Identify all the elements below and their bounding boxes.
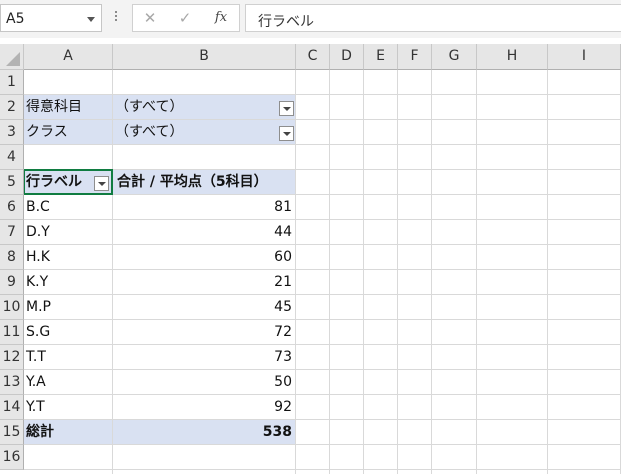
grid-line-horizontal [24, 469, 621, 470]
row-header-7[interactable]: 7 [0, 220, 24, 245]
row-header-11[interactable]: 11 [0, 320, 24, 345]
row-header-5[interactable]: 5 [0, 170, 24, 195]
grid-line-horizontal [24, 219, 621, 220]
pivot-row-value: 60 [274, 249, 292, 265]
grid-line-horizontal [24, 244, 621, 245]
column-header-d[interactable]: D [330, 44, 364, 70]
filter-dropdown-button[interactable] [279, 101, 294, 116]
pivot-row-value: 21 [274, 274, 292, 290]
grid-line-horizontal [24, 269, 621, 270]
row-header-6[interactable]: 6 [0, 195, 24, 220]
column-header-g[interactable]: G [432, 44, 477, 70]
column-header-a[interactable]: A [24, 44, 113, 70]
pivot-row-value: 81 [274, 199, 292, 215]
filter-label: クラス [26, 124, 68, 140]
row-header-14[interactable]: 14 [0, 395, 24, 420]
pivot-row-label: Y.A [26, 374, 46, 390]
grid-line-horizontal [24, 169, 621, 170]
grid-line-vertical [397, 70, 398, 474]
active-cell-outline [23, 169, 113, 195]
row-header-15[interactable]: 15 [0, 420, 24, 445]
pivot-row-label: B.C [26, 199, 50, 215]
column-header-f[interactable]: F [398, 44, 432, 70]
grid-line-vertical [476, 70, 477, 474]
grand-total-value: 538 [262, 424, 292, 440]
pivot-row-value: 92 [274, 399, 292, 415]
enter-icon[interactable]: ✓ [173, 7, 197, 29]
row-header-12[interactable]: 12 [0, 345, 24, 370]
filter-label: 得意科目 [26, 99, 82, 115]
name-box-value: A5 [6, 11, 25, 27]
pivot-row-label: D.Y [26, 224, 50, 240]
grid-line-vertical [431, 70, 432, 474]
grid-line-vertical [547, 70, 548, 474]
row-header-1[interactable]: 1 [0, 70, 24, 95]
pivot-row-value: 50 [274, 374, 292, 390]
row-header-9[interactable]: 9 [0, 270, 24, 295]
grand-total-label: 総計 [26, 424, 54, 440]
row-header-3[interactable]: 3 [0, 120, 24, 145]
formula-tools: ✕ ✓ fx [132, 4, 240, 32]
formula-bar: A5 ✕ ✓ fx 行ラベル [0, 0, 621, 38]
pivot-row-value: 73 [274, 349, 292, 365]
formula-value: 行ラベル [258, 14, 314, 30]
column-header-b[interactable]: B [113, 44, 296, 70]
pivot-row-value: 44 [274, 224, 292, 240]
row-header-13[interactable]: 13 [0, 370, 24, 395]
pivot-row-value: 45 [274, 299, 292, 315]
column-header-i[interactable]: I [548, 44, 621, 70]
chevron-down-icon[interactable] [87, 17, 95, 22]
pivot-row-label: Y.T [26, 399, 45, 415]
pivot-row-label: S.G [26, 324, 51, 340]
pivot-row-label: K.Y [26, 274, 49, 290]
grid-line-horizontal [24, 394, 621, 395]
value-field-header: 合計 / 平均点（5科目） [117, 174, 268, 190]
row-header-16[interactable]: 16 [0, 445, 24, 470]
insert-function-icon[interactable]: fx [209, 7, 233, 29]
column-header-c[interactable]: C [296, 44, 330, 70]
grid-line-horizontal [24, 144, 621, 145]
grid-line-horizontal [24, 94, 621, 95]
grid-line-horizontal [24, 319, 621, 320]
cancel-icon[interactable]: ✕ [138, 7, 162, 29]
select-all-button[interactable] [0, 44, 24, 70]
grid-line-horizontal [24, 444, 621, 445]
chevron-down-icon [283, 132, 291, 136]
grid-line-vertical [329, 70, 330, 474]
cell-area[interactable]: 得意科目 （すべて） クラス （すべて） 行ラベル 合計 / 平均点（5科目） B.C 81 D… [23, 70, 621, 474]
grid-line-horizontal [24, 119, 621, 120]
grid-line-horizontal [24, 419, 621, 420]
worksheet-grid: 得意科目 （すべて） クラス （すべて） 行ラベル 合計 / 平均点（5科目） B.C 81 D… [0, 44, 621, 474]
filter-dropdown-button[interactable] [279, 126, 294, 141]
filter-value: （すべて） [115, 99, 184, 115]
filter-value: （すべて） [115, 124, 184, 140]
pivot-row-label: H.K [26, 249, 50, 265]
row-header-2[interactable]: 2 [0, 95, 24, 120]
pivot-row-label: T.T [26, 349, 46, 365]
select-all-triangle-icon [6, 52, 20, 66]
column-header-e[interactable]: E [364, 44, 398, 70]
pivot-row-label: M.P [26, 299, 51, 315]
drag-handle-icon[interactable] [112, 9, 120, 25]
row-header-8[interactable]: 8 [0, 245, 24, 270]
grid-line-horizontal [24, 344, 621, 345]
grid-line-horizontal [24, 294, 621, 295]
grid-line-horizontal [24, 194, 621, 195]
column-header-h[interactable]: H [477, 44, 548, 70]
chevron-down-icon [283, 107, 291, 111]
grid-line-horizontal [24, 369, 621, 370]
row-header-10[interactable]: 10 [0, 295, 24, 320]
name-box[interactable]: A5 [0, 4, 102, 32]
grid-line-vertical [363, 70, 364, 474]
row-header-4[interactable]: 4 [0, 145, 24, 170]
formula-input[interactable]: 行ラベル [245, 4, 621, 32]
pivot-row-value: 72 [274, 324, 292, 340]
